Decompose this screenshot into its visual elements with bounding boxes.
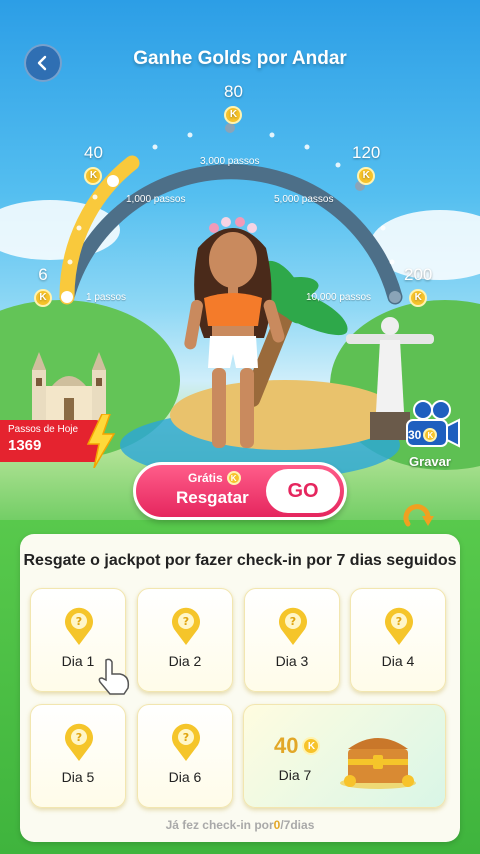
coin-icon: K bbox=[226, 471, 241, 485]
day-card-7[interactable]: 40 K Dia 7 bbox=[243, 704, 446, 808]
svg-text:?: ? bbox=[76, 615, 82, 628]
milestone-3: 80 K bbox=[224, 82, 243, 124]
step-label-3: 3,000 passos bbox=[200, 156, 260, 167]
day-label: Dia 3 bbox=[275, 653, 309, 669]
day-label: Dia 2 bbox=[168, 653, 202, 669]
milestone-reward: 80 bbox=[224, 82, 243, 101]
refresh-icon[interactable] bbox=[402, 502, 436, 532]
pointer-hand-icon bbox=[98, 658, 130, 695]
question-pin-icon: ? bbox=[172, 607, 200, 645]
step-label-1: 1 passos bbox=[86, 292, 127, 303]
question-pin-icon: ? bbox=[65, 607, 93, 645]
gauge-marker-5 bbox=[389, 291, 401, 303]
milestone-reward: 40 bbox=[84, 143, 103, 162]
checkin-title: Resgate o jackpot por fazer check-in por… bbox=[23, 552, 457, 569]
gauge-marker-2 bbox=[107, 175, 119, 187]
page-title: Ganhe Golds por Andar bbox=[133, 48, 347, 69]
gauge-marker-3 bbox=[225, 123, 235, 133]
day-card-4[interactable]: ? Dia 4 bbox=[350, 588, 446, 692]
step-label-2: 1,000 passos bbox=[126, 194, 186, 205]
milestone-reward: 6 bbox=[38, 265, 48, 284]
gauge-marker-1 bbox=[61, 291, 73, 303]
claim-free: Grátis K bbox=[188, 471, 241, 485]
question-pin-icon: ? bbox=[385, 607, 413, 645]
claim-free-label: Grátis bbox=[188, 471, 223, 485]
day-card-5[interactable]: ? Dia 5 bbox=[30, 704, 126, 808]
svg-text:?: ? bbox=[183, 731, 189, 744]
gauge-track bbox=[59, 164, 403, 305]
claim-bar[interactable]: Grátis K Resgatar GO bbox=[133, 462, 347, 520]
milestone-reward: 200 bbox=[404, 265, 433, 284]
svg-text:?: ? bbox=[183, 615, 189, 628]
day7-reward: 40 K bbox=[274, 733, 321, 759]
today-steps-badge: Passos de Hoje 1369 bbox=[0, 420, 100, 462]
coin-icon: K bbox=[357, 166, 376, 185]
step-label-5: 10,000 passos bbox=[306, 292, 372, 303]
milestone-reward: 120 bbox=[352, 143, 381, 162]
record-reward: 30 K bbox=[408, 428, 438, 442]
milestone-5: 200 K bbox=[404, 265, 432, 307]
svg-text:?: ? bbox=[290, 615, 296, 628]
day-card-2[interactable]: ? Dia 2 bbox=[137, 588, 233, 692]
day-label: Dia 5 bbox=[61, 769, 95, 785]
day7-reward-value: 40 bbox=[274, 733, 299, 758]
coin-icon: K bbox=[34, 288, 52, 307]
checkin-footer-prefix: Já fez check-in por bbox=[165, 818, 274, 832]
checkin-footer: Já fez check-in por0/7dias bbox=[0, 818, 480, 832]
day-label: Dia 6 bbox=[168, 769, 202, 785]
coin-icon: K bbox=[84, 166, 103, 185]
day-card-3[interactable]: ? Dia 3 bbox=[244, 588, 340, 692]
coin-icon: K bbox=[224, 105, 243, 124]
treasure-chest-icon bbox=[340, 738, 416, 789]
question-pin-icon: ? bbox=[172, 723, 200, 761]
gauge-ticks bbox=[67, 132, 395, 265]
day-label: Dia 7 bbox=[278, 767, 312, 783]
question-pin-icon: ? bbox=[279, 607, 307, 645]
step-label-4: 5,000 passos bbox=[274, 194, 334, 205]
day-label: Dia 4 bbox=[381, 653, 415, 669]
go-button[interactable]: GO bbox=[266, 469, 340, 513]
milestone-1: 6 K bbox=[34, 265, 52, 307]
camera-icon bbox=[406, 400, 460, 448]
question-pin-icon: ? bbox=[65, 723, 93, 761]
coin-icon: K bbox=[302, 737, 321, 755]
coin-icon: K bbox=[423, 428, 438, 442]
svg-text:?: ? bbox=[396, 615, 402, 628]
day-card-6[interactable]: ? Dia 6 bbox=[137, 704, 233, 808]
milestone-4: 120 K bbox=[352, 143, 380, 185]
church-illustration bbox=[32, 352, 106, 422]
milestone-2: 40 K bbox=[84, 143, 103, 185]
claim-label: Resgatar bbox=[176, 488, 249, 507]
record-label: Gravar bbox=[409, 454, 451, 469]
coin-icon: K bbox=[409, 288, 428, 307]
svg-text:?: ? bbox=[76, 731, 82, 744]
checkin-footer-suffix: /7dias bbox=[280, 818, 315, 832]
record-reward-value: 30 bbox=[408, 428, 422, 442]
lightning-icon bbox=[86, 414, 116, 468]
